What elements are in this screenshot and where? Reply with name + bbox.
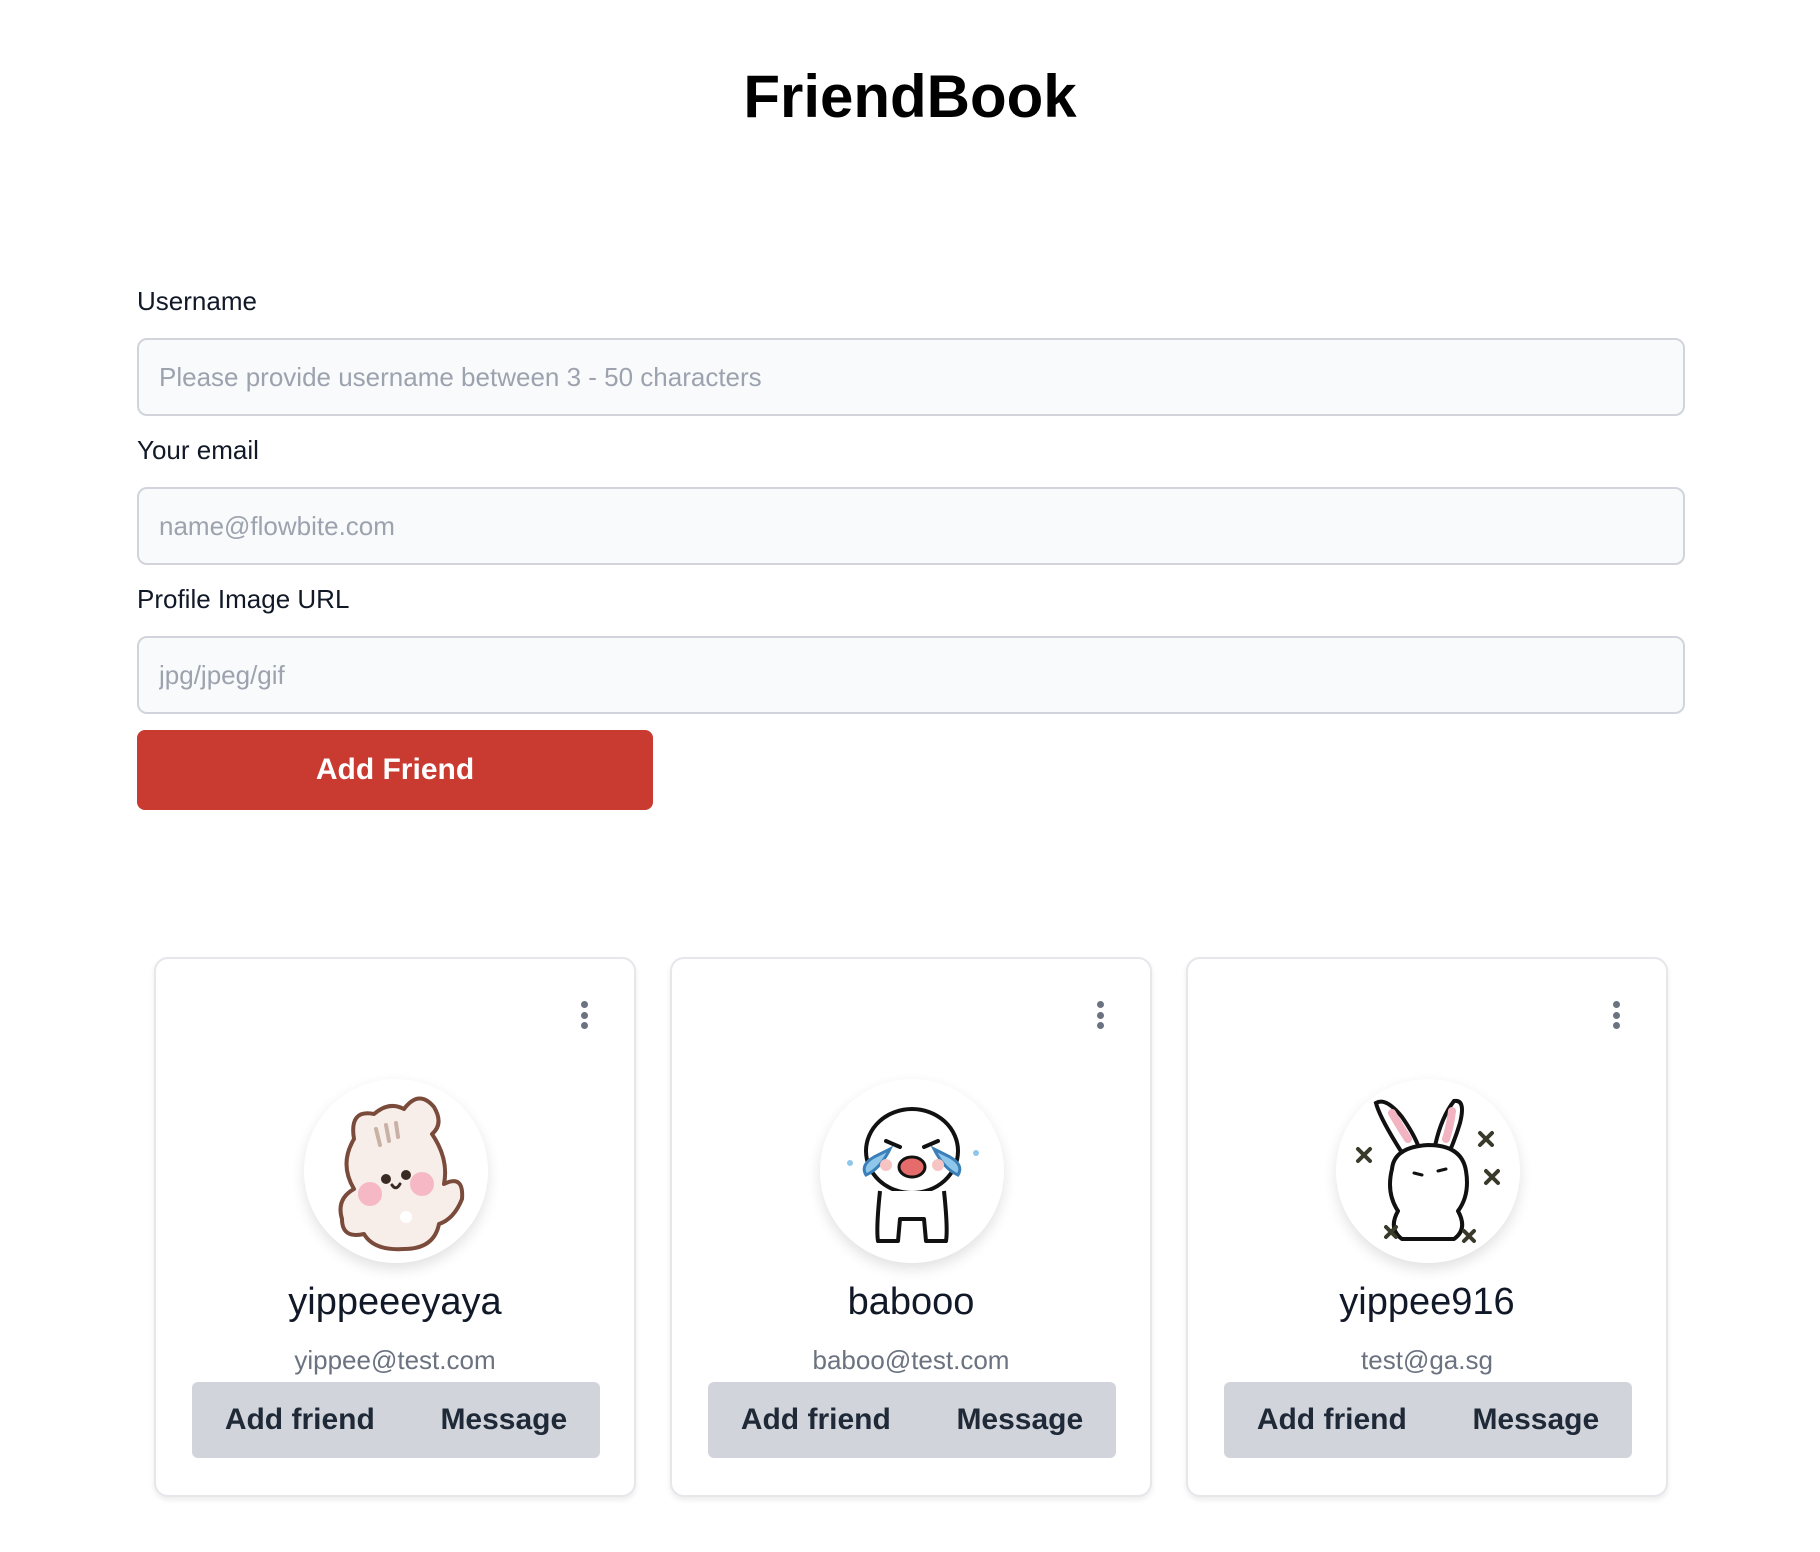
- avatar: [1336, 1079, 1520, 1263]
- add-friend-form: Username Your email Profile Image URL Ad…: [137, 286, 1685, 810]
- avatar: [304, 1079, 488, 1263]
- friend-email: test@ga.sg: [1361, 1345, 1493, 1375]
- bunny-sticker-icon: [1336, 1079, 1520, 1263]
- add-friend-button[interactable]: Add friend: [211, 1403, 389, 1437]
- friend-card: babooo baboo@test.com Add friend Message: [670, 957, 1152, 1497]
- username-field-group: Username: [137, 286, 1685, 416]
- message-button[interactable]: Message: [942, 1403, 1097, 1437]
- kebab-menu-icon[interactable]: [1090, 999, 1110, 1031]
- email-label: Your email: [137, 435, 259, 465]
- image-url-label: Profile Image URL: [137, 584, 350, 614]
- message-button[interactable]: Message: [1458, 1403, 1613, 1437]
- friend-email: baboo@test.com: [812, 1345, 1010, 1375]
- friend-actions: Add friend Message: [708, 1382, 1116, 1458]
- friend-name: yippeeeyaya: [288, 1281, 502, 1323]
- add-friend-submit-button[interactable]: Add Friend: [137, 730, 653, 810]
- friend-actions: Add friend Message: [192, 1382, 600, 1458]
- friend-name: yippee916: [1339, 1281, 1515, 1323]
- username-label: Username: [137, 286, 257, 316]
- friend-cards: yippeeeyaya yippee@test.com Add friend M…: [154, 957, 1668, 1497]
- friend-email: yippee@test.com: [294, 1345, 496, 1375]
- image-url-field-group: Profile Image URL: [137, 584, 1685, 714]
- friend-card: yippee916 test@ga.sg Add friend Message: [1186, 957, 1668, 1497]
- avatar: [820, 1079, 1004, 1263]
- add-friend-button[interactable]: Add friend: [1243, 1403, 1421, 1437]
- kebab-menu-icon[interactable]: [574, 999, 594, 1031]
- friend-name: babooo: [847, 1281, 975, 1323]
- crying-character-sticker-icon: [820, 1079, 1004, 1263]
- image-url-input[interactable]: [137, 636, 1685, 714]
- message-button[interactable]: Message: [426, 1403, 581, 1437]
- friend-actions: Add friend Message: [1224, 1382, 1632, 1458]
- kebab-menu-icon[interactable]: [1606, 999, 1626, 1031]
- kitten-sticker-icon: [304, 1079, 488, 1263]
- username-input[interactable]: [137, 338, 1685, 416]
- friend-card: yippeeeyaya yippee@test.com Add friend M…: [154, 957, 636, 1497]
- page-title: FriendBook: [743, 63, 1077, 130]
- add-friend-button[interactable]: Add friend: [727, 1403, 905, 1437]
- email-input[interactable]: [137, 487, 1685, 565]
- email-field-group: Your email: [137, 435, 1685, 565]
